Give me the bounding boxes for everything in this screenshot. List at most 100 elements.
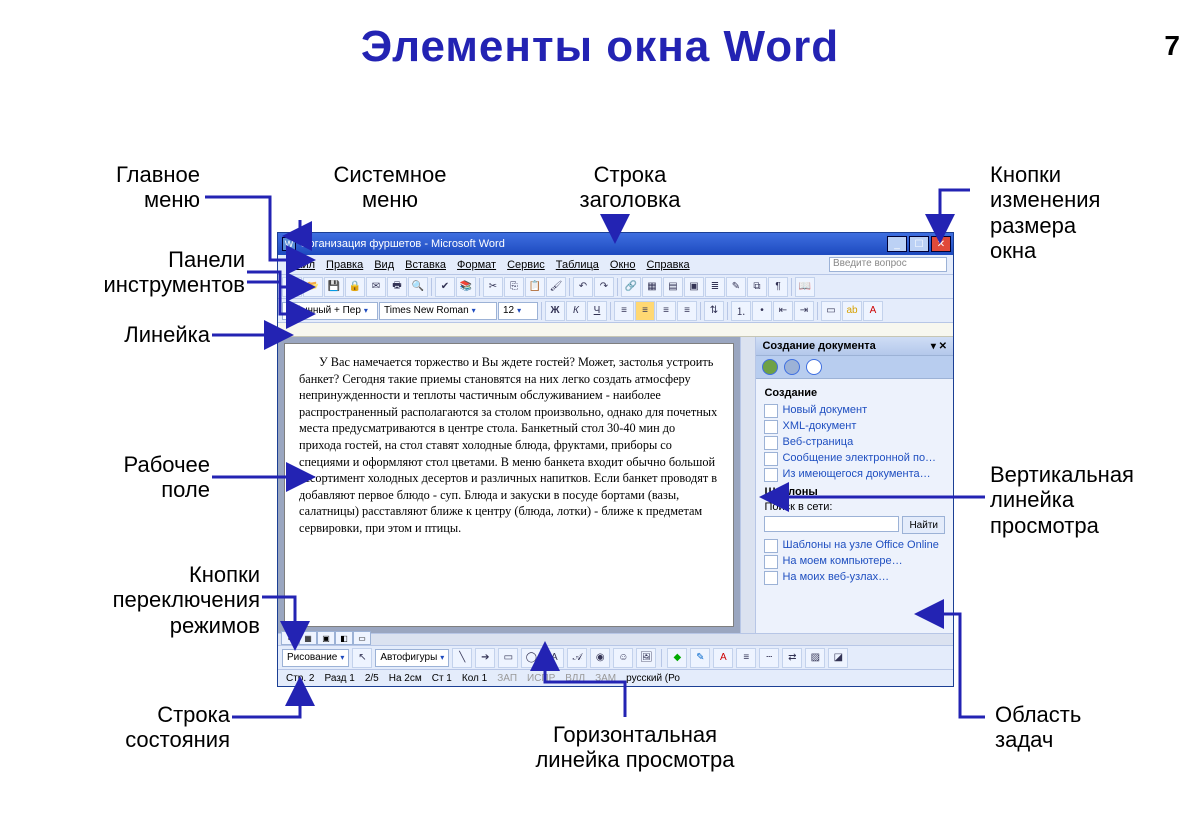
link-webpage[interactable]: Веб-страница: [764, 434, 945, 450]
horizontal-scrollbar[interactable]: [278, 633, 953, 645]
hyperlink-icon[interactable]: 🔗: [621, 277, 641, 297]
line-icon[interactable]: ╲: [452, 648, 472, 668]
menu-view[interactable]: Вид: [370, 258, 398, 272]
indent-icon[interactable]: ⇥: [794, 301, 814, 321]
menu-table[interactable]: Таблица: [552, 258, 603, 272]
showall-icon[interactable]: ¶: [768, 277, 788, 297]
style-combo[interactable]: Обычный + Пер▾: [282, 302, 378, 320]
vertical-scrollbar[interactable]: [740, 337, 756, 633]
title-bar[interactable]: W Организация фуршетов - Microsoft Word …: [278, 233, 953, 255]
link-email[interactable]: Сообщение электронной по…: [764, 450, 945, 466]
home-icon[interactable]: [806, 359, 822, 375]
minimize-button[interactable]: _: [887, 236, 907, 252]
numbering-icon[interactable]: ⒈: [731, 301, 751, 321]
redo-icon[interactable]: ↷: [594, 277, 614, 297]
3d-icon[interactable]: ◪: [828, 648, 848, 668]
forward-icon[interactable]: [784, 359, 800, 375]
link-new-doc[interactable]: Новый документ: [764, 402, 945, 418]
oval-icon[interactable]: ◯: [521, 648, 541, 668]
print-view-icon[interactable]: ▣: [317, 631, 335, 645]
link-on-websites[interactable]: На моих веб-узлах…: [764, 569, 945, 585]
docmap-icon[interactable]: ⧉: [747, 277, 767, 297]
bold-icon[interactable]: Ж: [545, 301, 565, 321]
ruler[interactable]: [278, 323, 953, 337]
preview-icon[interactable]: 🔍: [408, 277, 428, 297]
picture-icon[interactable]: 🖼: [636, 648, 656, 668]
menu-edit[interactable]: Правка: [322, 258, 367, 272]
line-color-icon[interactable]: ✎: [690, 648, 710, 668]
menu-format[interactable]: Формат: [453, 258, 500, 272]
arrow-icon[interactable]: ➔: [475, 648, 495, 668]
align-right-icon[interactable]: ≡: [656, 301, 676, 321]
menu-tools[interactable]: Сервис: [503, 258, 549, 272]
read-icon[interactable]: 📖: [795, 277, 815, 297]
align-left-icon[interactable]: ≡: [614, 301, 634, 321]
document-page[interactable]: У Вас намечается торжество и Вы ждете го…: [284, 343, 734, 627]
font-size-combo[interactable]: 12▾: [498, 302, 538, 320]
font-color-draw-icon[interactable]: A: [713, 648, 733, 668]
drawing-menu[interactable]: Рисование▾: [282, 649, 349, 667]
print-icon[interactable]: 🖶: [387, 277, 407, 297]
autoshapes-menu[interactable]: Автофигуры▾: [375, 649, 449, 667]
cut-icon[interactable]: ✂: [483, 277, 503, 297]
new-icon[interactable]: □: [282, 277, 302, 297]
align-center-icon[interactable]: ≡: [635, 301, 655, 321]
link-office-online[interactable]: Шаблоны на узле Office Online: [764, 537, 945, 553]
normal-view-icon[interactable]: ≡: [281, 631, 299, 645]
menu-window[interactable]: Окно: [606, 258, 640, 272]
borders-icon[interactable]: ▭: [821, 301, 841, 321]
drawing-icon[interactable]: ✎: [726, 277, 746, 297]
spell-icon[interactable]: ✔: [435, 277, 455, 297]
template-search-button[interactable]: Найти: [902, 516, 945, 534]
app-icon[interactable]: W: [282, 237, 296, 251]
line-spacing-icon[interactable]: ⇅: [704, 301, 724, 321]
menu-file[interactable]: Файл: [284, 258, 319, 272]
undo-icon[interactable]: ↶: [573, 277, 593, 297]
underline-icon[interactable]: Ч: [587, 301, 607, 321]
arrow-style-icon[interactable]: ⇄: [782, 648, 802, 668]
back-icon[interactable]: [762, 359, 778, 375]
reading-view-icon[interactable]: ▭: [353, 631, 371, 645]
excel-icon[interactable]: ▣: [684, 277, 704, 297]
copy-icon[interactable]: ⎘: [504, 277, 524, 297]
research-icon[interactable]: 📚: [456, 277, 476, 297]
shadow-icon[interactable]: ▨: [805, 648, 825, 668]
format-painter-icon[interactable]: 🖌: [546, 277, 566, 297]
close-button[interactable]: ✕: [931, 236, 951, 252]
mail-icon[interactable]: ✉: [366, 277, 386, 297]
taskpane-close-icon[interactable]: ▾ ✕: [931, 341, 947, 352]
diagram-icon[interactable]: ◉: [590, 648, 610, 668]
clipart-icon[interactable]: ☺: [613, 648, 633, 668]
font-combo[interactable]: Times New Roman▾: [379, 302, 497, 320]
dash-style-icon[interactable]: ┄: [759, 648, 779, 668]
bullets-icon[interactable]: •: [752, 301, 772, 321]
rect-icon[interactable]: ▭: [498, 648, 518, 668]
outline-view-icon[interactable]: ◧: [335, 631, 353, 645]
web-view-icon[interactable]: ▦: [299, 631, 317, 645]
help-question-box[interactable]: Введите вопрос: [829, 257, 947, 272]
textbox-icon[interactable]: A: [544, 648, 564, 668]
font-color-icon[interactable]: A: [863, 301, 883, 321]
fill-color-icon[interactable]: ◆: [667, 648, 687, 668]
maximize-button[interactable]: ☐: [909, 236, 929, 252]
select-icon[interactable]: ↖: [352, 648, 372, 668]
paste-icon[interactable]: 📋: [525, 277, 545, 297]
link-from-existing[interactable]: Из имеющегося документа…: [764, 466, 945, 482]
open-icon[interactable]: 📂: [303, 277, 323, 297]
link-on-computer[interactable]: На моем компьютере…: [764, 553, 945, 569]
wordart-icon[interactable]: 𝒜: [567, 648, 587, 668]
columns-icon[interactable]: ≣: [705, 277, 725, 297]
align-justify-icon[interactable]: ≡: [677, 301, 697, 321]
highlight-icon[interactable]: ab: [842, 301, 862, 321]
italic-icon[interactable]: К: [566, 301, 586, 321]
outdent-icon[interactable]: ⇤: [773, 301, 793, 321]
link-xml-doc[interactable]: XML-документ: [764, 418, 945, 434]
menu-help[interactable]: Справка: [642, 258, 693, 272]
insert-table-icon[interactable]: ▤: [663, 277, 683, 297]
menu-insert[interactable]: Вставка: [401, 258, 450, 272]
permission-icon[interactable]: 🔒: [345, 277, 365, 297]
tables-borders-icon[interactable]: ▦: [642, 277, 662, 297]
line-style-icon[interactable]: ≡: [736, 648, 756, 668]
template-search-input[interactable]: [764, 516, 899, 532]
save-icon[interactable]: 💾: [324, 277, 344, 297]
